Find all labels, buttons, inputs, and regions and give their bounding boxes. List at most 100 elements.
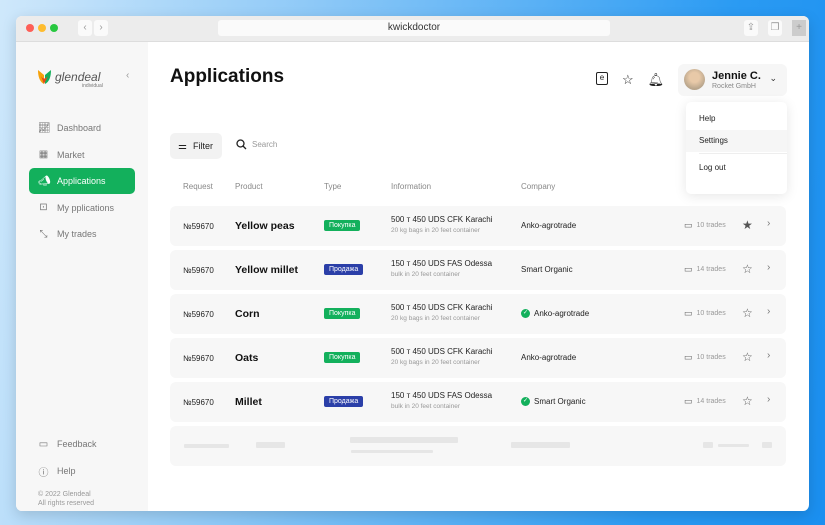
menu-divider (699, 153, 787, 154)
company: Anko-agrotrade (521, 221, 577, 230)
logo[interactable]: glendeal individual (38, 70, 103, 89)
trades-count: ▭ 14 trades (684, 396, 726, 406)
company: ✓ Smart Organic (521, 397, 586, 406)
feedback-icon: ▭ (38, 438, 49, 450)
page-title: Applications (170, 66, 285, 87)
sidebar-item-dashboard[interactable]: 📈︎ Dashboard (29, 115, 135, 141)
chat-icon: ▭ (684, 396, 693, 406)
product-name: Yellow peas (235, 220, 295, 232)
briefcase-icon: ⊡ (39, 202, 48, 213)
info-main: 500 т 450 UDS CFK Karachi (391, 215, 493, 224)
info-detail: 20 kg bags in 20 feet container (391, 315, 480, 322)
menu-item-help[interactable]: Help (686, 108, 787, 130)
star-icon[interactable]: ☆ (742, 306, 753, 320)
chat-icon: ▭ (684, 352, 693, 362)
sidebar: glendeal individual ‹ 📈︎ Dashboard ▦ Market… (16, 42, 148, 511)
chevron-right-icon[interactable]: › (767, 306, 770, 317)
company: ✓ Anko-agrotrade (521, 309, 590, 318)
chevron-right-icon[interactable]: › (767, 218, 770, 229)
info-main: 150 т 450 UDS FAS Odessa (391, 259, 493, 268)
back-button[interactable]: ‹ (78, 20, 92, 36)
info-detail: 20 kg bags in 20 feet container (391, 359, 480, 366)
help-icon: ⓘ (38, 467, 49, 479)
menu-item-settings[interactable]: Settings (686, 130, 787, 152)
info-detail: bulk in 20 feet container (391, 403, 461, 410)
column-header-type[interactable]: Type (324, 182, 341, 191)
menu-item-logout[interactable]: Log out (686, 157, 787, 179)
chat-icon: ▭ (684, 308, 693, 318)
table-row[interactable]: №59670 Yellow millet Продажа 150 т 450 U… (170, 250, 786, 290)
table-row[interactable]: №59670 Millet Продажа 150 т 450 UDS FAS … (170, 382, 786, 422)
star-icon[interactable]: ☆ (742, 262, 753, 276)
star-filled-icon[interactable]: ★ (742, 218, 753, 232)
request-id: №59670 (183, 222, 214, 231)
search-input[interactable]: Search (236, 139, 277, 150)
share-icon[interactable]: ⇪ (744, 20, 758, 36)
new-tab-button[interactable]: + (792, 20, 806, 36)
chevron-right-icon[interactable]: › (767, 394, 770, 405)
chevron-left-icon[interactable]: ‹ (126, 70, 129, 81)
sidebar-item-feedback[interactable]: ▭ Feedback (29, 431, 135, 457)
chevron-right-icon[interactable]: › (767, 350, 770, 361)
column-header-product[interactable]: Product (235, 182, 263, 191)
minimize-window-button[interactable] (38, 24, 46, 32)
verified-icon: ✓ (521, 397, 530, 406)
chevron-right-icon[interactable]: › (767, 262, 770, 273)
table-row[interactable]: №59670 Oats Покупка 500 т 450 UDS CFK Ka… (170, 338, 786, 378)
maximize-window-button[interactable] (50, 24, 58, 32)
trades-count: ▭ 14 trades (684, 264, 726, 274)
sidebar-item-applications[interactable]: 📣︎ Applications (29, 168, 135, 194)
megaphone-icon: 📣︎ (38, 175, 51, 187)
chat-icon: ▭ (684, 220, 693, 230)
type-badge: Покупка (324, 308, 361, 319)
close-window-button[interactable] (26, 24, 34, 32)
column-header-request[interactable]: Request (183, 182, 213, 191)
wallet-icon[interactable]: e (596, 72, 608, 85)
address-bar[interactable]: kwickdoctor (218, 20, 610, 36)
filter-button[interactable]: ⚌ Filter (170, 133, 222, 159)
search-icon (236, 139, 247, 150)
column-header-company[interactable]: Company (521, 182, 555, 191)
main-content: Applications e ☆ 🔔︎ Jennie C. Rocket Gmb… (148, 42, 809, 511)
forward-button[interactable]: › (94, 20, 108, 36)
trades-count: ▭ 10 trades (684, 352, 726, 362)
table-row[interactable]: №59670 Corn Покупка 500 т 450 UDS CFK Ka… (170, 294, 786, 334)
user-dropdown-menu: Help Settings Log out (686, 102, 787, 194)
chat-icon: ▭ (684, 264, 693, 274)
user-menu-button[interactable]: Jennie C. Rocket GmbH ⌄ (678, 64, 787, 96)
type-badge: Покупка (324, 352, 361, 363)
loading-row-skeleton (170, 426, 786, 466)
type-badge: Продажа (324, 396, 364, 407)
info-main: 500 т 450 UDS CFK Karachi (391, 347, 493, 356)
request-id: №59670 (183, 266, 214, 275)
star-icon[interactable]: ☆ (742, 394, 753, 408)
info-detail: bulk in 20 feet container (391, 271, 461, 278)
product-name: Millet (235, 396, 262, 408)
rights: All rights reserved (38, 500, 95, 507)
table-row[interactable]: №59670 Yellow peas Покупка 500 т 450 UDS… (170, 206, 786, 246)
avatar (684, 69, 705, 90)
info-detail: 20 kg bags in 20 feet container (391, 227, 480, 234)
star-icon[interactable]: ☆ (622, 72, 634, 88)
sidebar-item-market[interactable]: ▦ Market (29, 142, 135, 168)
arrows-icon: ⤡ (39, 228, 48, 240)
request-id: №59670 (183, 398, 214, 407)
product-name: Oats (235, 352, 259, 364)
sidebar-item-my-pplications[interactable]: ⊡ My pplications (29, 195, 135, 221)
info-main: 150 т 450 UDS FAS Odessa (391, 391, 493, 400)
sidebar-item-my-trades[interactable]: ⤡ My trades (29, 221, 135, 247)
sliders-icon: ⚌ (178, 140, 187, 152)
tabs-icon[interactable]: ❐ (768, 20, 782, 36)
sidebar-item-help[interactable]: ⓘ Help (29, 458, 135, 484)
info-main: 500 т 450 UDS CFK Karachi (391, 303, 493, 312)
market-icon: ▦ (38, 149, 49, 160)
product-name: Yellow millet (235, 264, 299, 276)
chevron-down-icon: ⌄ (769, 73, 777, 83)
browser-window: ‹ › kwickdoctor ⇪ ❐ + glendeal individua… (16, 16, 809, 511)
product-name: Corn (235, 308, 260, 320)
star-icon[interactable]: ☆ (742, 350, 753, 364)
logo-icon (38, 70, 51, 84)
column-header-information[interactable]: Information (391, 182, 431, 191)
request-id: №59670 (183, 310, 214, 319)
bell-icon[interactable]: 🔔︎ (648, 72, 665, 88)
